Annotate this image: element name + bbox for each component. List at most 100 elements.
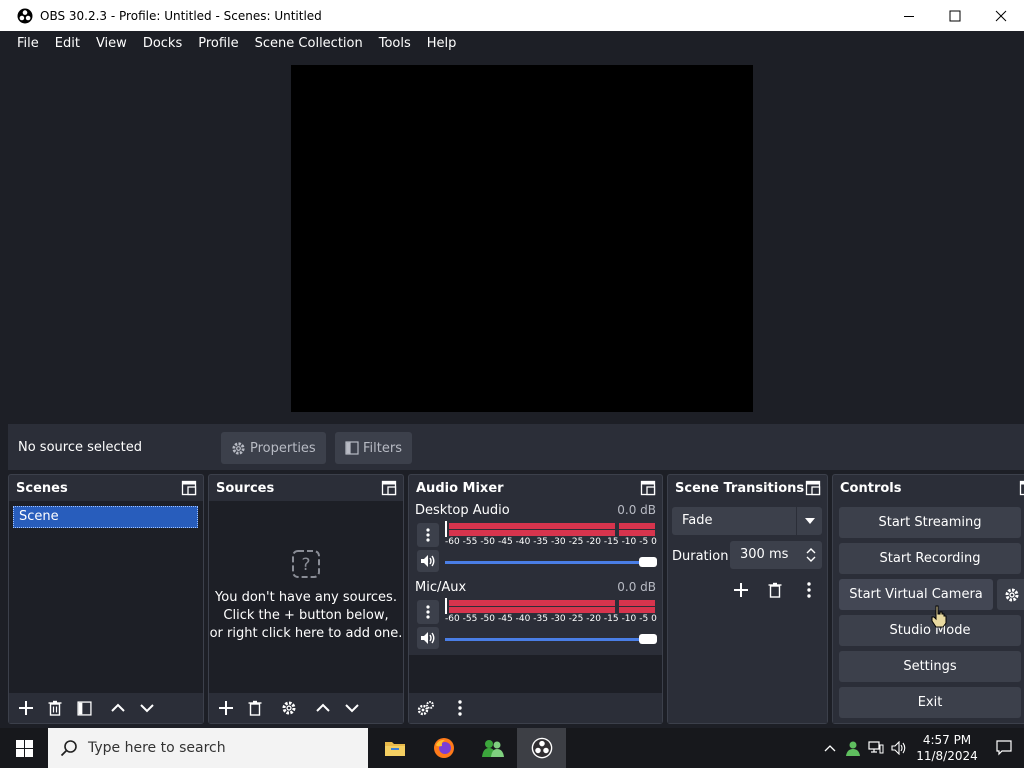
source-properties-button[interactable]: [275, 695, 303, 721]
channel-db: 0.0 dB: [617, 503, 656, 517]
remove-source-button[interactable]: [241, 695, 269, 721]
start-recording-button[interactable]: Start Recording: [839, 543, 1021, 574]
exit-button[interactable]: Exit: [839, 687, 1021, 718]
mute-button[interactable]: [417, 627, 439, 649]
trash-icon: [768, 582, 782, 598]
minimize-icon: [904, 15, 914, 17]
gear-icon: [1005, 588, 1019, 601]
taskbar: Type here to search 4:57 PM 11/8/2024: [0, 728, 1024, 768]
scene-filters-button[interactable]: [70, 695, 98, 721]
dock-float-icon[interactable]: [181, 480, 197, 496]
start-streaming-button[interactable]: Start Streaming: [839, 507, 1021, 538]
start-virtual-camera-button[interactable]: Start Virtual Camera: [839, 579, 993, 610]
dock-float-icon[interactable]: [381, 480, 397, 496]
gears-icon: [417, 701, 434, 716]
preview-canvas[interactable]: [291, 65, 753, 412]
add-source-button[interactable]: [212, 695, 240, 721]
preview-area[interactable]: [8, 56, 1024, 420]
mute-button[interactable]: [417, 550, 439, 572]
chevron-up-icon[interactable]: [806, 547, 816, 555]
empty-line-1: You don't have any sources.: [215, 590, 397, 605]
settings-button[interactable]: Settings: [839, 651, 1021, 682]
taskbar-clock[interactable]: 4:57 PM 11/8/2024: [910, 732, 984, 764]
gear-icon: [282, 701, 296, 715]
volume-button[interactable]: [887, 728, 910, 768]
volume-slider[interactable]: [445, 557, 657, 567]
notifications-button[interactable]: [984, 728, 1024, 768]
menu-scene-collection[interactable]: Scene Collection: [247, 31, 371, 56]
file-explorer-taskbar[interactable]: [370, 728, 419, 768]
svg-text:?: ?: [301, 555, 310, 575]
properties-button[interactable]: Properties: [221, 432, 326, 464]
people-app-taskbar[interactable]: [468, 728, 517, 768]
notification-icon: [996, 740, 1012, 756]
duration-label: Duration: [672, 549, 729, 564]
scene-list-item[interactable]: Scene: [13, 506, 198, 528]
duration-spinner[interactable]: [800, 541, 822, 569]
audio-mixer-dock: Audio Mixer Desktop Audio 0.0 dB -60 -55-…: [408, 474, 663, 724]
maximize-button[interactable]: [932, 0, 978, 31]
close-button[interactable]: [978, 0, 1024, 31]
filters-button[interactable]: Filters: [335, 432, 412, 464]
add-scene-button[interactable]: [12, 695, 40, 721]
menu-file[interactable]: File: [9, 31, 47, 56]
menu-edit[interactable]: Edit: [47, 31, 88, 56]
transition-select[interactable]: Fade: [672, 507, 822, 535]
duration-input[interactable]: 300 ms: [730, 541, 822, 569]
dock-float-icon[interactable]: [1019, 480, 1024, 496]
remove-transition-button[interactable]: [761, 577, 789, 603]
plus-icon: [734, 583, 748, 597]
transition-menu-button[interactable]: [795, 577, 823, 603]
filters-label: Filters: [363, 440, 402, 456]
menu-tools[interactable]: Tools: [371, 31, 419, 56]
empty-line-3: or right click here to add one.: [209, 626, 403, 641]
sources-dock: Sources ? You don't have any sources. Cl…: [208, 474, 404, 724]
mixer-menu-button[interactable]: [446, 695, 474, 721]
slider-handle[interactable]: [639, 557, 657, 567]
add-transition-button[interactable]: [727, 577, 755, 603]
close-icon: [995, 10, 1007, 21]
menu-profile[interactable]: Profile: [190, 31, 246, 56]
chevron-down-icon[interactable]: [806, 555, 816, 563]
channel-menu-button[interactable]: [417, 600, 439, 624]
menu-bar: File Edit View Docks Profile Scene Colle…: [0, 31, 1024, 56]
tray-user-icon-button[interactable]: [841, 728, 864, 768]
menu-docks[interactable]: Docks: [135, 31, 190, 56]
clock-date: 11/8/2024: [916, 749, 978, 763]
show-hidden-icons-button[interactable]: [818, 728, 841, 768]
chevron-down-icon: [140, 704, 154, 713]
move-scene-down-button[interactable]: [133, 695, 161, 721]
channel-name: Desktop Audio: [415, 503, 510, 518]
move-source-down-button[interactable]: [338, 695, 366, 721]
folder-icon: [384, 742, 405, 756]
dock-float-icon[interactable]: [805, 480, 821, 496]
window-title: OBS 30.2.3 - Profile: Untitled - Scenes:…: [40, 8, 322, 23]
menu-help[interactable]: Help: [419, 31, 465, 56]
properties-label: Properties: [250, 440, 316, 456]
obs-taskbar[interactable]: [517, 728, 566, 768]
menu-view[interactable]: View: [88, 31, 135, 56]
slider-handle[interactable]: [639, 634, 657, 644]
move-source-up-button[interactable]: [309, 695, 337, 721]
remove-scene-button[interactable]: [41, 695, 69, 721]
taskbar-search[interactable]: Type here to search: [48, 728, 368, 768]
sources-list[interactable]: ? You don't have any sources. Click the …: [209, 501, 403, 723]
scenes-list[interactable]: Scene: [9, 501, 203, 723]
duration-value: 300 ms: [740, 547, 789, 562]
move-scene-up-button[interactable]: [104, 695, 132, 721]
dock-float-icon[interactable]: [640, 480, 656, 496]
firefox-taskbar[interactable]: [419, 728, 468, 768]
channel-menu-button[interactable]: [417, 523, 439, 547]
mixer-body: Desktop Audio 0.0 dB -60 -55 -50 -45 -40 -35-…: [409, 501, 662, 723]
controls-dock: Controls Start Streaming Start Recording…: [832, 474, 1024, 724]
start-button[interactable]: [0, 728, 48, 768]
controls-body: Start Streaming Start Recording Start Vi…: [833, 501, 1024, 723]
controls-title: Controls: [840, 480, 902, 496]
virtual-camera-settings-button[interactable]: [997, 579, 1024, 610]
sources-toolbar: [209, 693, 403, 723]
trash-icon: [48, 700, 62, 716]
network-button[interactable]: [864, 728, 887, 768]
advanced-audio-button[interactable]: [412, 695, 440, 721]
volume-slider[interactable]: [445, 634, 657, 644]
minimize-button[interactable]: [886, 0, 932, 31]
